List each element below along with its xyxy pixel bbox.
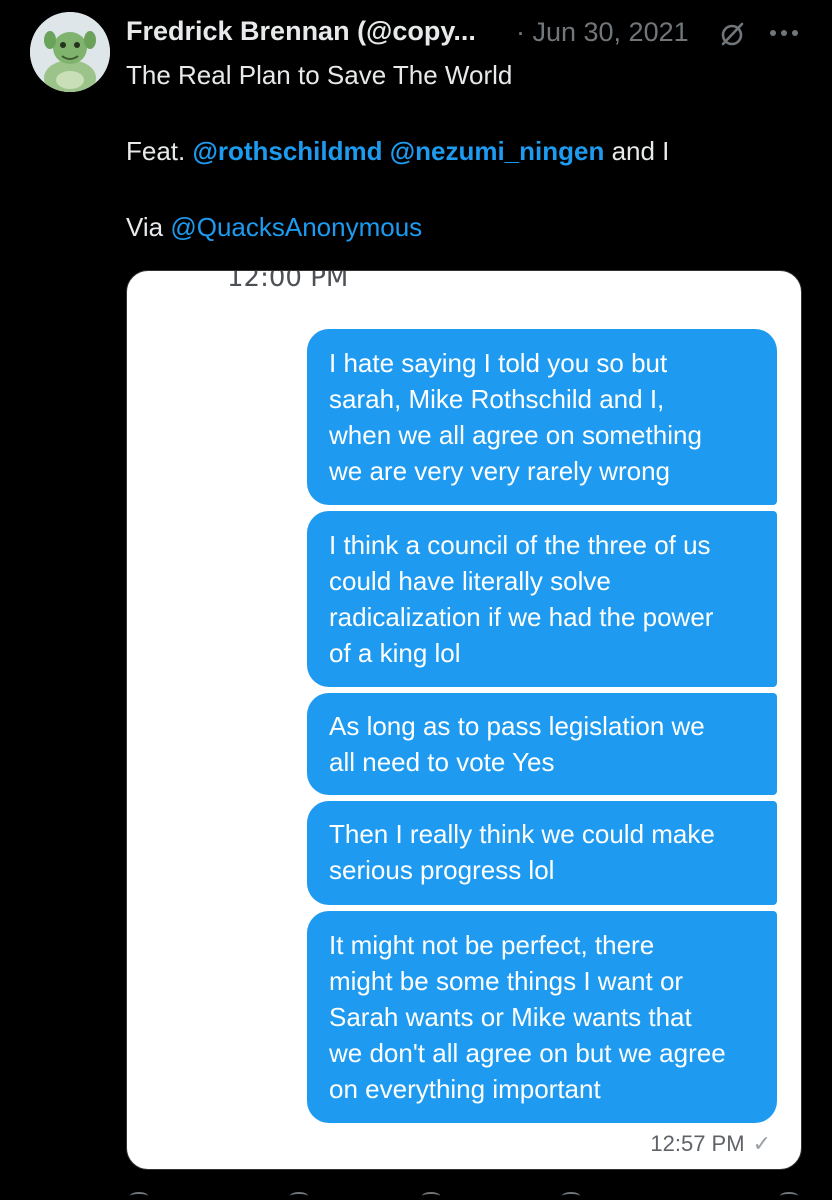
mention-rothschildmd[interactable]: @rothschildmd bbox=[192, 136, 382, 166]
chat-bubble-1: I hate saying I told you so but sarah, M… bbox=[307, 329, 777, 505]
bubble-line: radicalization if we had the power bbox=[329, 602, 714, 632]
share-icon[interactable] bbox=[780, 1192, 798, 1200]
sent-status: 12:57 PM ✓ bbox=[650, 1131, 771, 1157]
author-name[interactable]: Fredrick Brennan (@copy... bbox=[126, 16, 476, 47]
bubble-line: might be some things I want or bbox=[329, 966, 684, 996]
mention-separator bbox=[383, 136, 390, 166]
mention-nezumi-ningen[interactable]: @nezumi_ningen bbox=[390, 136, 605, 166]
post-date[interactable]: · Jun 30, 2021 bbox=[516, 17, 689, 48]
chat-bubble-2: I think a council of the three of us cou… bbox=[307, 511, 777, 687]
chat-bubble-3: As long as to pass legislation we all ne… bbox=[307, 693, 777, 795]
attached-chat-screenshot[interactable]: 12:00 PM I hate saying I told you so but… bbox=[126, 270, 802, 1170]
mention-quacksanonymous[interactable]: @QuacksAnonymous bbox=[170, 212, 422, 242]
feat-prefix: Feat. bbox=[126, 136, 193, 166]
bubble-line: Then I really think we could make bbox=[329, 819, 715, 849]
post-header: Fredrick Brennan (@copy... · Jun 30, 202… bbox=[126, 14, 816, 54]
chat-bubble-4: Then I really think we could make seriou… bbox=[307, 801, 777, 905]
sent-time: 12:57 PM bbox=[650, 1131, 745, 1156]
more-dots-icon[interactable] bbox=[766, 18, 802, 48]
edit-slash-icon[interactable] bbox=[718, 20, 746, 48]
bubble-line: I hate saying I told you so but bbox=[329, 348, 668, 378]
repost-icon[interactable] bbox=[290, 1192, 308, 1200]
bubble-line: Sarah wants or Mike wants that bbox=[329, 1002, 692, 1032]
post-line-1: The Real Plan to Save The World bbox=[126, 60, 513, 90]
post-via-line: Via @QuacksAnonymous bbox=[126, 212, 422, 243]
via-prefix: Via bbox=[126, 212, 171, 242]
bubble-line: when we all agree on something bbox=[329, 420, 702, 450]
bubble-line: we don't all agree on but we agree bbox=[329, 1038, 726, 1068]
bubble-line: we are very very rarely wrong bbox=[329, 456, 670, 486]
bubble-line: sarah, Mike Rothschild and I, bbox=[329, 384, 665, 414]
bubble-line: serious progress lol bbox=[329, 855, 555, 885]
bubble-line: As long as to pass legislation we bbox=[329, 711, 705, 741]
bubble-line: I think a council of the three of us bbox=[329, 530, 711, 560]
bubble-line: could have literally solve bbox=[329, 566, 611, 596]
feat-suffix: and I bbox=[604, 136, 670, 166]
views-icon[interactable] bbox=[562, 1192, 580, 1200]
post-feat-line: Feat. @rothschildmd @nezumi_ningen and I bbox=[126, 136, 669, 167]
chat-bubble-5: It might not be perfect, there might be … bbox=[307, 911, 777, 1123]
green-dragon-avatar-image bbox=[30, 12, 110, 92]
bubble-line: It might not be perfect, there bbox=[329, 930, 655, 960]
check-icon: ✓ bbox=[752, 1131, 771, 1156]
post-action-bar bbox=[126, 1188, 816, 1200]
like-icon[interactable] bbox=[422, 1192, 440, 1200]
reply-icon[interactable] bbox=[130, 1192, 148, 1200]
bubble-line: on everything important bbox=[329, 1074, 601, 1104]
chat-top-time: 12:00 PM bbox=[227, 270, 349, 293]
avatar[interactable] bbox=[30, 12, 110, 92]
bubble-line: all need to vote Yes bbox=[329, 747, 555, 777]
bubble-line: of a king lol bbox=[329, 638, 461, 668]
